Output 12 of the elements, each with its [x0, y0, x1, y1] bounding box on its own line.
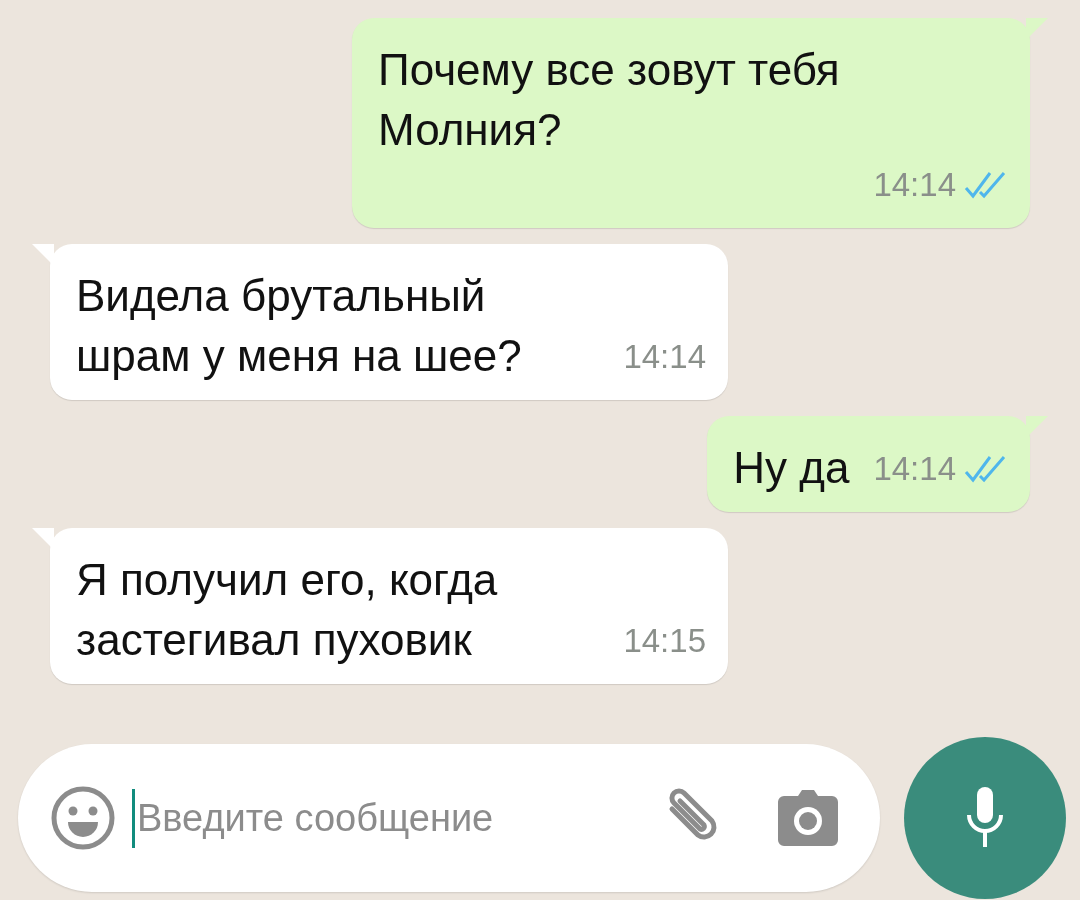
message-text: Почему все зовут тебя Молния?: [378, 44, 841, 156]
emoji-icon[interactable]: [50, 785, 116, 851]
message-time: 14:14: [873, 449, 956, 489]
microphone-icon: [965, 787, 1005, 849]
message-time: 14:14: [623, 337, 706, 377]
message-text: Ну да: [733, 441, 850, 494]
message-field[interactable]: Введите сообщение: [132, 788, 552, 848]
message-text: Видела брутальный шрам у меня на шее?: [76, 269, 523, 382]
camera-icon[interactable]: [776, 788, 840, 848]
message-text: Я получил его, когда застегивал пуховик: [76, 553, 499, 666]
message-time: 14:14: [873, 165, 956, 205]
message-time: 14:15: [623, 621, 706, 661]
